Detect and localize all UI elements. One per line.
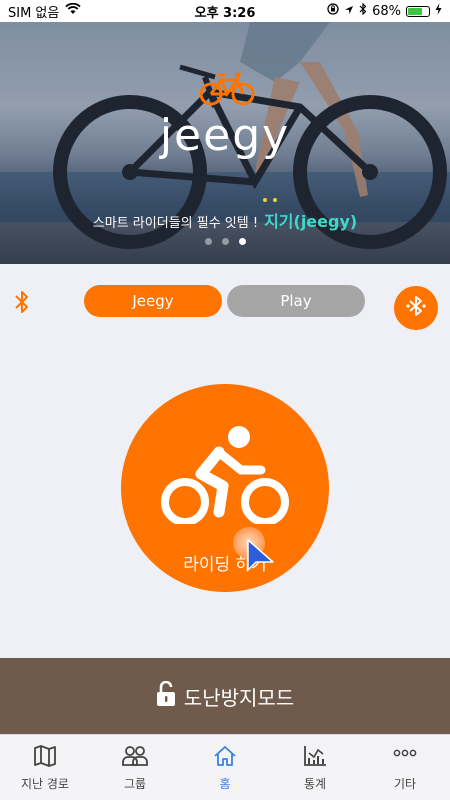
stats-icon	[303, 745, 327, 771]
cursor-arrow-icon	[247, 539, 274, 571]
battery-fill	[408, 7, 422, 15]
bluetooth-dots-icon	[405, 294, 427, 322]
tab-label-stats: 통계	[303, 777, 327, 791]
cyclist-icon	[161, 426, 289, 524]
hero-banner[interactable]: jeegy 스마트 라이더들의 필수 잇템 ! 지기(jeegy)	[0, 22, 450, 264]
hero-tagline: 스마트 라이더들의 필수 잇템 ! 지기(jeegy)	[0, 208, 450, 232]
start-riding-button[interactable]: 라이딩 하기	[121, 384, 329, 592]
tagline-text: 스마트 라이더들의 필수 잇템 !	[92, 216, 259, 231]
page-indicator[interactable]	[0, 238, 450, 245]
brand-name: jeegy	[159, 110, 291, 161]
start-riding-label: 라이딩 하기	[183, 555, 267, 575]
carrier-text: SIM 없음	[8, 5, 60, 21]
status-bar: SIM 없음 오후 3:26 68%	[0, 0, 450, 22]
status-right: 68%	[282, 2, 442, 19]
rotation-lock-icon	[327, 3, 339, 19]
bluetooth-icon	[14, 290, 30, 318]
anti-theft-label: 도난방지모드	[183, 685, 295, 710]
tab-history[interactable]: 지난 경로	[0, 735, 90, 800]
tab-label-more: 기타	[393, 777, 417, 791]
location-icon	[344, 4, 354, 19]
map-icon	[33, 745, 57, 771]
status-left: SIM 없음	[8, 2, 168, 21]
anti-theft-mode-button[interactable]: 도난방지모드	[0, 658, 450, 734]
wifi-icon	[65, 2, 81, 19]
group-icon	[122, 745, 148, 771]
charging-icon	[435, 3, 442, 19]
segment-jeegy[interactable]: Jeegy	[84, 285, 222, 317]
page-dot[interactable]	[204, 238, 212, 245]
tab-more[interactable]: 기타	[360, 735, 450, 800]
battery-percent: 68%	[372, 3, 401, 19]
more-icon	[393, 745, 417, 771]
status-time: 오후 3:26	[194, 5, 256, 21]
tab-label-history: 지난 경로	[21, 777, 69, 791]
battery-icon	[406, 5, 430, 17]
page-dot[interactable]	[221, 238, 229, 245]
bicycle-logo-icon	[199, 72, 255, 106]
page-dot-active[interactable]	[238, 238, 246, 245]
accent-dots	[263, 198, 277, 202]
bluetooth-status-icon	[359, 2, 367, 19]
bluetooth-connect-button[interactable]	[394, 286, 438, 330]
home-icon	[213, 745, 237, 771]
tab-stats[interactable]: 통계	[270, 735, 360, 800]
tab-home[interactable]: 홈	[180, 735, 270, 800]
tagline-highlight: 지기(jeegy)	[264, 212, 358, 231]
bottom-tab-bar: 지난 경로 그룹 홈 통계 기타	[0, 734, 450, 800]
tab-label-group: 그룹	[123, 777, 147, 791]
unlock-icon	[156, 680, 176, 711]
segment-play[interactable]: Play	[227, 285, 365, 317]
tab-label-home: 홈	[219, 777, 231, 791]
tab-group[interactable]: 그룹	[90, 735, 180, 800]
